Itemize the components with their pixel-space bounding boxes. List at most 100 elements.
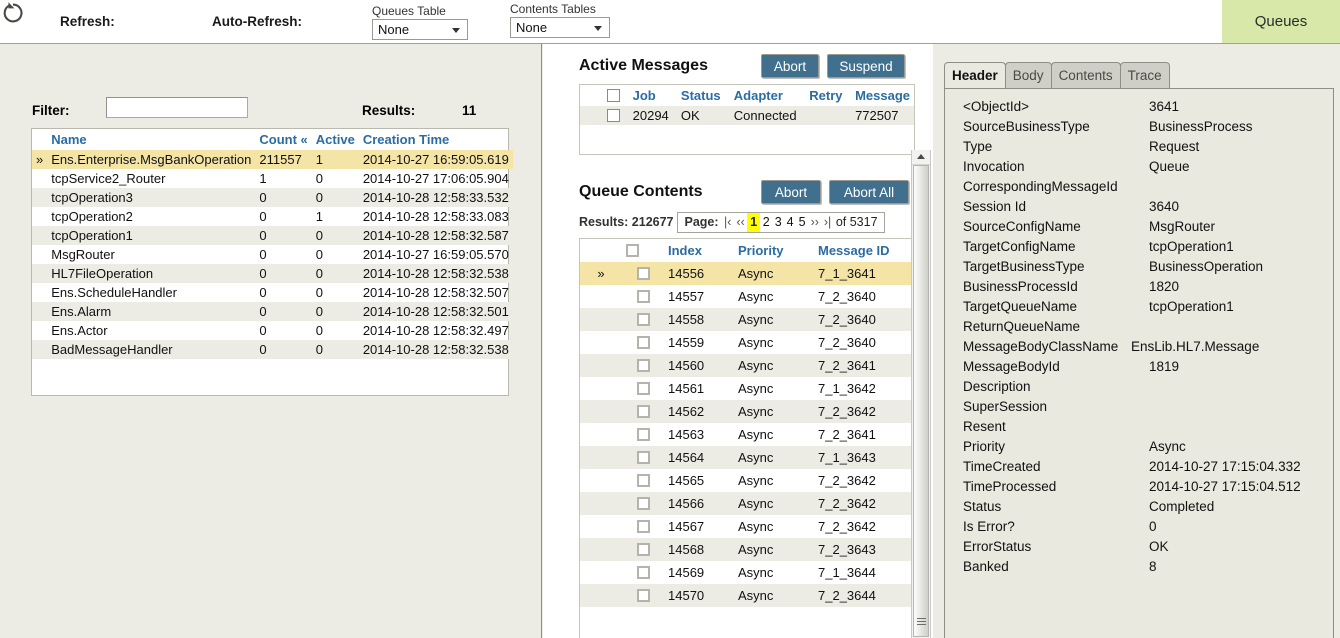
queue-contents-abort-all-button[interactable]: Abort All: [829, 180, 909, 204]
detail-tab-body[interactable]: Body: [1005, 62, 1052, 88]
queue-name-cell[interactable]: BadMessageHandler: [47, 340, 255, 359]
column-header-message[interactable]: Message: [851, 85, 914, 106]
qc-message-id-cell[interactable]: 7_2_3641: [814, 354, 914, 377]
table-row[interactable]: 14566Async7_2_3642: [580, 492, 914, 515]
scrollbar-thumb[interactable]: [913, 165, 929, 637]
row-expand-caret[interactable]: [580, 538, 622, 561]
row-checkbox[interactable]: [637, 589, 650, 602]
row-checkbox[interactable]: [637, 267, 650, 280]
table-row[interactable]: 14561Async7_1_3642: [580, 377, 914, 400]
column-header-retry[interactable]: Retry: [805, 85, 851, 106]
column-header-priority[interactable]: Priority: [734, 239, 814, 262]
row-checkbox[interactable]: [637, 359, 650, 372]
row-checkbox[interactable]: [637, 313, 650, 326]
row-checkbox[interactable]: [637, 382, 650, 395]
qc-message-id-cell[interactable]: 7_2_3644: [814, 584, 914, 607]
contents-tables-select[interactable]: None: [510, 17, 610, 38]
row-checkbox[interactable]: [637, 405, 650, 418]
qc-message-id-cell[interactable]: 7_1_3642: [814, 377, 914, 400]
table-row[interactable]: 14569Async7_1_3644: [580, 561, 914, 584]
row-checkbox[interactable]: [637, 428, 650, 441]
pager-next-button[interactable]: ››: [808, 213, 821, 232]
tab-queues[interactable]: Queues: [1222, 0, 1340, 43]
table-row[interactable]: 14560Async7_2_3641: [580, 354, 914, 377]
row-expand-caret[interactable]: [32, 188, 47, 207]
qc-message-id-cell[interactable]: 7_2_3642: [814, 469, 914, 492]
row-expand-caret[interactable]: [580, 423, 622, 446]
table-row[interactable]: 14562Async7_2_3642: [580, 400, 914, 423]
queue-contents-abort-button[interactable]: Abort: [761, 180, 821, 204]
qc-message-id-cell[interactable]: 7_2_3640: [814, 331, 914, 354]
table-row[interactable]: 14559Async7_2_3640: [580, 331, 914, 354]
table-row[interactable]: »Ens.Enterprise.MsgBankOperation21155712…: [32, 150, 513, 169]
qc-message-id-cell[interactable]: 7_1_3643: [814, 446, 914, 469]
column-header-index[interactable]: Index: [664, 239, 734, 262]
table-row[interactable]: Ens.ScheduleHandler002014-10-28 12:58:32…: [32, 283, 513, 302]
column-header-count[interactable]: Count «: [255, 129, 311, 150]
table-row[interactable]: MsgRouter002014-10-27 16:59:05.570: [32, 245, 513, 264]
column-header-job[interactable]: Job: [629, 85, 677, 106]
refresh-circular-arrow-icon[interactable]: [0, 0, 26, 26]
table-row[interactable]: Ens.Alarm002014-10-28 12:58:32.501: [32, 302, 513, 321]
queue-name-cell[interactable]: tcpService2_Router: [47, 169, 255, 188]
queue-name-cell[interactable]: HL7FileOperation: [47, 264, 255, 283]
row-expand-caret[interactable]: [32, 302, 47, 321]
row-expand-caret[interactable]: »: [580, 262, 622, 285]
row-expand-caret[interactable]: [580, 515, 622, 538]
pager-last-button[interactable]: ›|: [821, 213, 833, 232]
column-header-name[interactable]: Name: [47, 129, 255, 150]
column-header-creation-time[interactable]: Creation Time: [359, 129, 513, 150]
active-messages-suspend-button[interactable]: Suspend: [827, 54, 905, 78]
row-checkbox[interactable]: [637, 336, 650, 349]
pager-page-2[interactable]: 2: [760, 213, 772, 232]
qc-message-id-cell[interactable]: 7_2_3640: [814, 285, 914, 308]
qc-select-all-checkbox[interactable]: [626, 244, 639, 257]
queues-table-select[interactable]: None: [372, 19, 468, 40]
row-expand-caret[interactable]: [580, 446, 622, 469]
table-row[interactable]: tcpService2_Router102014-10-27 17:06:05.…: [32, 169, 513, 188]
detail-tab-header[interactable]: Header: [944, 62, 1006, 88]
table-row[interactable]: 14564Async7_1_3643: [580, 446, 914, 469]
qc-message-id-cell[interactable]: 7_2_3641: [814, 423, 914, 446]
row-expand-caret[interactable]: [580, 331, 622, 354]
row-expand-caret[interactable]: [32, 321, 47, 340]
row-expand-caret[interactable]: [580, 584, 622, 607]
table-row[interactable]: 14568Async7_2_3643: [580, 538, 914, 561]
pager-page-5[interactable]: 5: [796, 213, 808, 232]
table-row[interactable]: Ens.Actor002014-10-28 12:58:32.497: [32, 321, 513, 340]
column-header-active[interactable]: Active: [312, 129, 359, 150]
row-expand-caret[interactable]: [32, 245, 47, 264]
qc-message-id-cell[interactable]: 7_1_3641: [814, 262, 914, 285]
table-row[interactable]: HL7FileOperation002014-10-28 12:58:32.53…: [32, 264, 513, 283]
table-row[interactable]: BadMessageHandler002014-10-28 12:58:32.5…: [32, 340, 513, 359]
table-row[interactable]: »14556Async7_1_3641: [580, 262, 914, 285]
qc-message-id-cell[interactable]: 7_2_3642: [814, 400, 914, 423]
row-expand-caret[interactable]: [580, 308, 622, 331]
row-checkbox[interactable]: [637, 290, 650, 303]
pager-page-3[interactable]: 3: [772, 213, 784, 232]
row-checkbox[interactable]: [637, 566, 650, 579]
select-all-checkbox[interactable]: [607, 89, 620, 102]
row-expand-caret[interactable]: [32, 207, 47, 226]
am-message-cell[interactable]: 772507: [851, 106, 914, 125]
table-row[interactable]: tcpOperation2012014-10-28 12:58:33.083: [32, 207, 513, 226]
table-row[interactable]: 14557Async7_2_3640: [580, 285, 914, 308]
queue-name-cell[interactable]: tcpOperation3: [47, 188, 255, 207]
queue-name-cell[interactable]: Ens.Actor: [47, 321, 255, 340]
queue-name-cell[interactable]: tcpOperation2: [47, 207, 255, 226]
qc-message-id-cell[interactable]: 7_2_3642: [814, 492, 914, 515]
messages-panel-scrollbar[interactable]: [911, 150, 931, 638]
row-expand-caret[interactable]: [580, 561, 622, 584]
table-row[interactable]: 14567Async7_2_3642: [580, 515, 914, 538]
column-header-status[interactable]: Status: [677, 85, 730, 106]
row-expand-caret[interactable]: [580, 469, 622, 492]
row-expand-caret[interactable]: [32, 340, 47, 359]
table-row[interactable]: 14558Async7_2_3640: [580, 308, 914, 331]
queue-name-cell[interactable]: tcpOperation1: [47, 226, 255, 245]
active-messages-abort-button[interactable]: Abort: [761, 54, 819, 78]
table-row[interactable]: tcpOperation3002014-10-28 12:58:33.532: [32, 188, 513, 207]
queue-name-cell[interactable]: MsgRouter: [47, 245, 255, 264]
filter-input[interactable]: [106, 97, 248, 118]
row-checkbox[interactable]: [637, 543, 650, 556]
row-expand-caret[interactable]: [580, 492, 622, 515]
